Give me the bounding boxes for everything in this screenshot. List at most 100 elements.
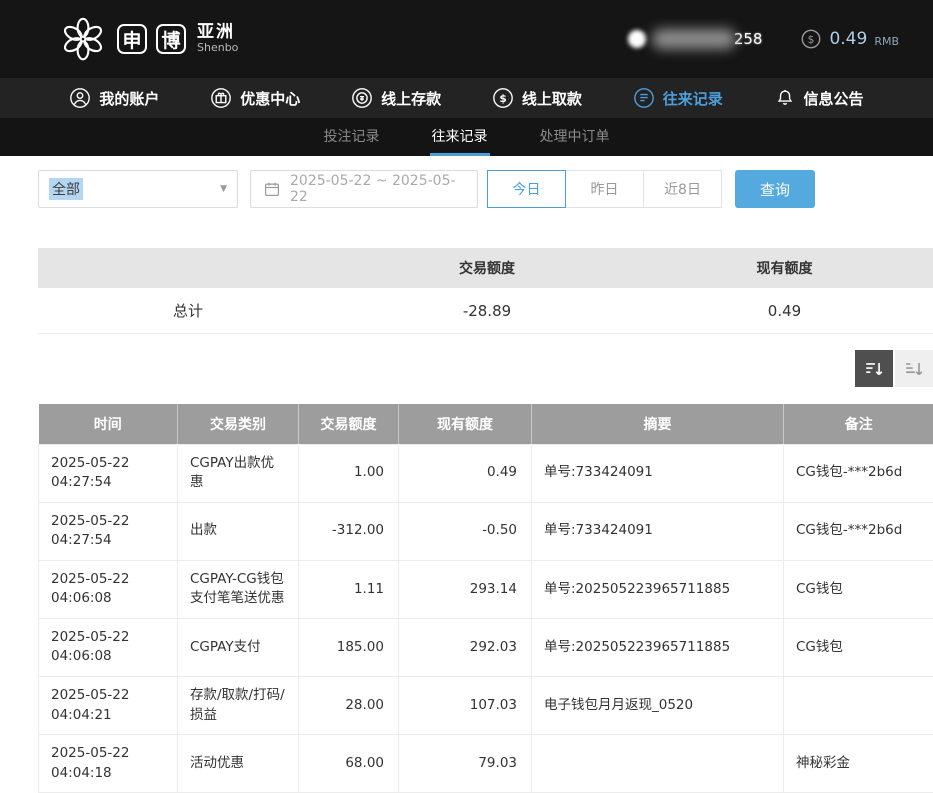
balance-currency: RMB — [874, 35, 899, 48]
table-row: 2025-05-22 04:04:18活动优惠68.0079.03神秘彩金 — [39, 735, 933, 793]
svg-text:$: $ — [499, 93, 506, 105]
table-row: 2025-05-22 04:06:08CGPAY支付185.00292.03单号… — [39, 618, 933, 676]
bell-icon — [774, 87, 796, 109]
table-cell — [532, 735, 784, 793]
table-cell: 107.03 — [399, 677, 532, 735]
table-cell — [784, 677, 933, 735]
brand-region: 亚洲 — [197, 23, 238, 43]
summary-header-trade: 交易额度 — [338, 258, 636, 278]
balance[interactable]: $ 0.49 RMB — [800, 28, 899, 50]
quick-date-button-1[interactable]: 昨日 — [565, 170, 644, 208]
summary-table: 交易额度 现有额度 总计 -28.89 0.49 — [38, 248, 933, 334]
nav-item-news[interactable]: 信息公告 — [774, 87, 864, 109]
nav-item-label: 往来记录 — [663, 88, 723, 109]
summary-header-row: 交易额度 现有额度 — [38, 248, 933, 288]
user-icon — [69, 87, 91, 109]
table-cell: 293.14 — [399, 560, 532, 618]
table-cell: CG钱包-***2b6d — [784, 444, 933, 502]
coin-icon — [351, 87, 373, 109]
sub-nav: 投注记录 往来记录 处理中订单 — [0, 118, 933, 156]
subnav-tab-0[interactable]: 投注记录 — [322, 118, 382, 156]
table-cell: 单号:202505223965711885 — [532, 560, 784, 618]
summary-trade-amount: -28.89 — [338, 302, 636, 320]
table-row: 2025-05-22 04:06:08CGPAY-CG钱包支付笔笔送优惠1.11… — [39, 560, 933, 618]
nav-item-label: 线上取款 — [522, 88, 582, 109]
table-cell: 单号:202505223965711885 — [532, 618, 784, 676]
quick-date-button-0[interactable]: 今日 — [487, 170, 566, 208]
subnav-tab-1[interactable]: 往来记录 — [430, 118, 490, 156]
type-select[interactable]: 全部 ▼ — [38, 170, 238, 208]
table-cell: 2025-05-22 04:06:08 — [39, 618, 178, 676]
table-cell: 292.03 — [399, 618, 532, 676]
table-cell: 28.00 — [299, 677, 399, 735]
table-row: 2025-05-22 04:27:54出款-312.00-0.50单号:7334… — [39, 502, 933, 560]
column-header: 摘要 — [532, 404, 784, 444]
search-button[interactable]: 查询 — [735, 170, 815, 208]
quick-date-button-2[interactable]: 近8日 — [643, 170, 722, 208]
column-header: 交易类别 — [178, 404, 299, 444]
table-cell: CG钱包 — [784, 618, 933, 676]
summary-total-row: 总计 -28.89 0.49 — [38, 288, 933, 334]
column-header: 交易额度 — [299, 404, 399, 444]
brand-logo[interactable]: 申 博 亚洲 Shenbo — [58, 14, 238, 64]
nav-item-label: 信息公告 — [804, 88, 864, 109]
gift-icon — [210, 87, 232, 109]
sort-descending-button[interactable] — [855, 350, 893, 387]
sort-ascending-button[interactable] — [895, 350, 933, 387]
brand-char-2: 博 — [156, 24, 186, 54]
table-cell: 185.00 — [299, 618, 399, 676]
table-cell: 1.11 — [299, 560, 399, 618]
subnav-tab-2[interactable]: 处理中订单 — [538, 118, 612, 156]
flower-logo-icon — [58, 14, 108, 64]
summary-header-balance: 现有额度 — [636, 258, 933, 278]
table-header-row: 时间交易类别交易额度现有额度摘要备注 — [39, 404, 933, 444]
table-cell: CGPAY支付 — [178, 618, 299, 676]
table-row: 2025-05-22 04:04:21存款/取款/打码/损益28.00107.0… — [39, 677, 933, 735]
nav-item-account[interactable]: 我的账户 — [69, 87, 159, 109]
balance-amount: 0.49 — [829, 29, 867, 49]
svg-text:$: $ — [808, 34, 815, 46]
table-cell: -0.50 — [399, 502, 532, 560]
table-cell: 神秘彩金 — [784, 735, 933, 793]
table-cell: 0.49 — [399, 444, 532, 502]
nav-item-records[interactable]: 往来记录 — [633, 87, 723, 109]
table-cell: 2025-05-22 04:27:54 — [39, 502, 178, 560]
table-cell: 电子钱包月月返现_0520 — [532, 677, 784, 735]
nav-item-promo[interactable]: 优惠中心 — [210, 87, 300, 109]
top-header: 申 博 亚洲 Shenbo 258 $ 0.49 RMB — [0, 0, 933, 78]
chevron-down-icon: ▼ — [220, 184, 227, 194]
account-blurred-name — [652, 29, 736, 49]
table-cell: 单号:733424091 — [532, 444, 784, 502]
date-range-value: 2025-05-22 ~ 2025-05-22 — [290, 173, 465, 205]
table-cell: -312.00 — [299, 502, 399, 560]
table-cell: CG钱包-***2b6d — [784, 502, 933, 560]
transactions-table: 时间交易类别交易额度现有额度摘要备注 2025-05-22 04:27:54CG… — [38, 404, 933, 793]
table-cell: 2025-05-22 04:06:08 — [39, 560, 178, 618]
date-range-picker[interactable]: 2025-05-22 ~ 2025-05-22 — [250, 170, 478, 208]
table-cell: CG钱包 — [784, 560, 933, 618]
table-cell: 68.00 — [299, 735, 399, 793]
type-select-value: 全部 — [49, 178, 83, 200]
quick-date-buttons: 今日昨日近8日 — [488, 170, 722, 208]
table-row: 2025-05-22 04:27:54CGPAY出款优惠1.000.49单号:7… — [39, 444, 933, 502]
table-cell: 1.00 — [299, 444, 399, 502]
document-icon — [633, 87, 655, 109]
table-cell: 单号:733424091 — [532, 502, 784, 560]
filter-bar: 全部 ▼ 2025-05-22 ~ 2025-05-22 今日昨日近8日 查询 — [38, 170, 933, 208]
avatar — [628, 30, 646, 48]
dollar-circle-icon: $ — [800, 28, 822, 50]
nav-item-withdraw[interactable]: $ 线上取款 — [492, 87, 582, 109]
brand-char-1: 申 — [117, 24, 147, 54]
account-info[interactable]: 258 — [628, 29, 763, 49]
nav-item-deposit[interactable]: 线上存款 — [351, 87, 441, 109]
nav-item-label: 优惠中心 — [240, 88, 300, 109]
brand-subtitle: Shenbo — [197, 42, 238, 55]
table-cell: CGPAY-CG钱包支付笔笔送优惠 — [178, 560, 299, 618]
nav-item-label: 线上存款 — [381, 88, 441, 109]
main-nav: 我的账户 优惠中心 线上存款 $ 线上取款 往来记录 信息公告 — [0, 78, 933, 118]
dollar-icon: $ — [492, 87, 514, 109]
summary-total-label: 总计 — [38, 300, 338, 321]
account-suffix: 258 — [734, 30, 763, 48]
table-cell: 2025-05-22 04:04:18 — [39, 735, 178, 793]
table-cell: 出款 — [178, 502, 299, 560]
